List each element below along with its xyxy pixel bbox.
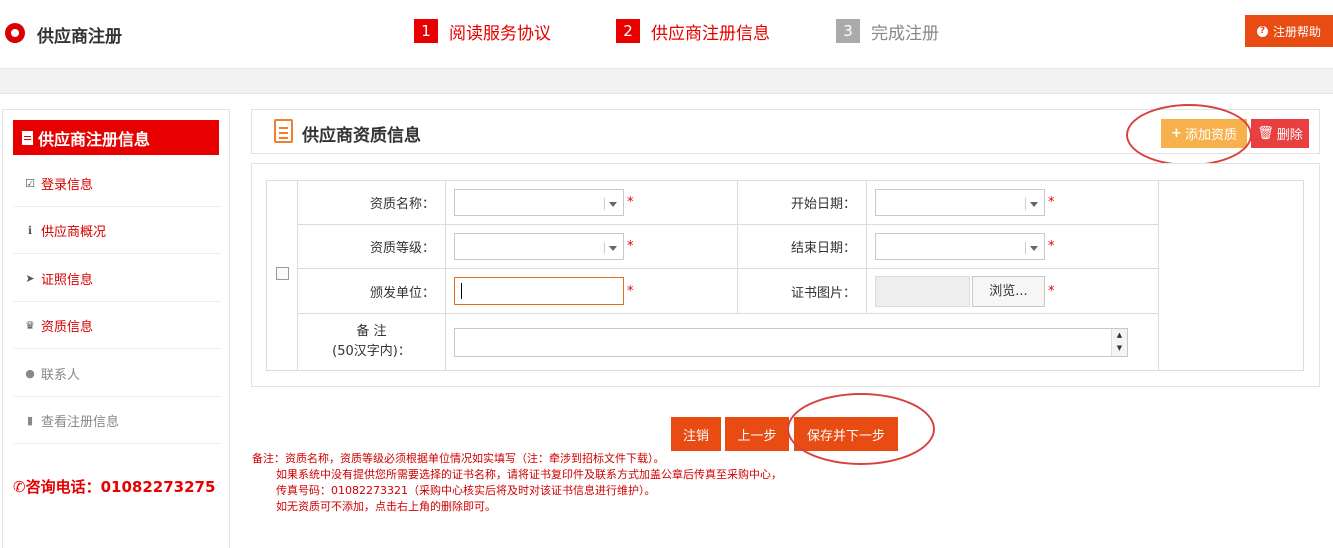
- prev-step-button[interactable]: 上一步: [725, 417, 789, 451]
- phone-icon: ✆: [13, 478, 26, 496]
- sidebar-item-contact[interactable]: ● 联系人: [13, 350, 221, 397]
- step-number: 2: [616, 19, 640, 43]
- issuer-cell: *: [445, 268, 738, 314]
- cancel-button[interactable]: 注销: [671, 417, 721, 451]
- step-label: 供应商注册信息: [651, 23, 770, 44]
- start-date-cell: *: [866, 180, 1159, 225]
- step-label: 阅读服务协议: [449, 23, 551, 44]
- sidebar-item-overview[interactable]: ℹ 供应商概况: [13, 207, 221, 254]
- step-1: 1 阅读服务协议: [414, 17, 551, 45]
- issuer-input[interactable]: [454, 277, 624, 305]
- end-date-select[interactable]: [875, 233, 1045, 260]
- required-mark: *: [627, 195, 634, 210]
- required-mark: *: [1048, 195, 1055, 210]
- bookmark-icon: ▮: [26, 413, 34, 427]
- notes: 备注：资质名称，资质等级必须根据单位情况如实填写（注：牵涉到招标文件下载）。 如…: [252, 451, 782, 515]
- remark-label-line2: (50汉字内)：: [332, 344, 411, 359]
- document-icon: [22, 130, 33, 145]
- start-date-select[interactable]: [875, 189, 1045, 216]
- step-label: 完成注册: [871, 23, 939, 44]
- divider-bar: [0, 68, 1333, 94]
- question-icon: ?: [1256, 25, 1268, 37]
- required-mark: *: [627, 239, 634, 254]
- step-number: 1: [414, 19, 438, 43]
- issuer-label: 颁发单位：: [297, 268, 446, 314]
- required-mark: *: [627, 283, 634, 299]
- step-3: 3 完成注册: [836, 17, 939, 45]
- trophy-icon: ♛: [25, 318, 35, 332]
- sidebar-item-view-registration[interactable]: ▮ 查看注册信息: [13, 397, 221, 444]
- qual-name-select[interactable]: [454, 189, 624, 216]
- cert-image-cell: 浏览... *: [866, 268, 1159, 314]
- qual-level-select[interactable]: [454, 233, 624, 260]
- user-icon: ●: [25, 366, 35, 380]
- end-date-cell: *: [866, 224, 1159, 269]
- step-2: 2 供应商注册信息: [616, 17, 770, 45]
- browse-button[interactable]: 浏览...: [972, 275, 1045, 307]
- highlight-ring: [787, 393, 935, 465]
- file-path-field[interactable]: [875, 275, 970, 307]
- sidebar-title-label: 供应商注册信息: [38, 129, 151, 149]
- sidebar-title: 供应商注册信息: [13, 120, 219, 155]
- remark-textarea[interactable]: ▲ ▼: [454, 327, 1128, 357]
- end-date-label: 结束日期：: [737, 224, 867, 269]
- chevron-down-icon: [609, 246, 617, 251]
- sidebar-item-label: 查看注册信息: [41, 414, 120, 430]
- logo-icon: [5, 23, 25, 43]
- note-line: 如果系统中没有提供您所需要选择的证书名称，请将证书复印件及联系方式加盖公章后传真…: [276, 468, 782, 481]
- qual-level-label: 资质等级：: [297, 224, 446, 269]
- sidebar-item-login[interactable]: ☑ 登录信息: [13, 160, 221, 207]
- highlight-ring: [1126, 104, 1252, 166]
- remark-label-line1: 备 注: [356, 324, 387, 339]
- help-button[interactable]: ? 注册帮助: [1245, 15, 1333, 47]
- sidebar-item-label: 联系人: [41, 367, 81, 383]
- required-mark: *: [1048, 283, 1055, 299]
- panel-title: 供应商资质信息: [302, 126, 421, 146]
- help-label: 注册帮助: [1272, 24, 1321, 39]
- start-date-label: 开始日期：: [737, 180, 867, 225]
- trash-icon: 🗑: [1257, 126, 1274, 141]
- spacer-cell: [1158, 180, 1304, 371]
- qual-level-cell: *: [445, 224, 738, 269]
- check-square-icon: ☑: [25, 176, 35, 190]
- step-number: 3: [836, 19, 860, 43]
- note-line: 传真号码：01082273321（采购中心核实后将及时对该证书信息进行维护）。: [276, 484, 656, 497]
- delete-label: 删除: [1276, 128, 1303, 143]
- delete-button[interactable]: 🗑 删除: [1251, 119, 1309, 148]
- remark-label: 备 注 (50汉字内)：: [297, 313, 446, 371]
- sidebar-item-label: 供应商概况: [41, 224, 107, 240]
- note-line: 备注：资质名称，资质等级必须根据单位情况如实填写（注：牵涉到招标文件下载）。: [252, 452, 665, 465]
- row-checkbox[interactable]: [275, 267, 289, 280]
- sidebar-item-label: 资质信息: [41, 319, 94, 335]
- info-circle-icon: ℹ: [27, 223, 33, 237]
- qual-name-label: 资质名称：: [297, 180, 446, 225]
- required-mark: *: [1048, 239, 1055, 254]
- remark-cell: ▲ ▼: [445, 313, 1159, 371]
- sidebar-item-label: 登录信息: [41, 177, 94, 193]
- phone-text: 咨询电话：01082273275: [25, 478, 216, 496]
- consult-phone: ✆咨询电话：01082273275: [13, 476, 215, 497]
- chevron-down-icon: [1030, 202, 1038, 207]
- sidebar-item-qualification[interactable]: ♛ 资质信息: [13, 302, 221, 349]
- qualification-table: 资质名称： * 开始日期： * 资质等级： * 结束日期： * 颁发单位： * …: [266, 180, 1304, 371]
- paper-plane-icon: ➤: [25, 271, 35, 285]
- note-line: 如无资质可不添加，点击右上角的删除即可。: [276, 500, 496, 513]
- chevron-down-icon: [609, 202, 617, 207]
- row-select-cell: [266, 180, 298, 371]
- chevron-down-icon: [1030, 246, 1038, 251]
- cert-image-label: 证书图片：: [737, 268, 867, 314]
- sidebar: 供应商注册信息 ☑ 登录信息 ℹ 供应商概况 ➤ 证照信息 ♛ 资质信息 ● 联…: [2, 109, 230, 548]
- sidebar-item-label: 证照信息: [41, 272, 94, 288]
- document-icon: [274, 119, 293, 143]
- sidebar-item-license[interactable]: ➤ 证照信息: [13, 255, 221, 302]
- brand-title: 供应商注册: [37, 27, 122, 47]
- scrollbar[interactable]: ▲ ▼: [1111, 328, 1127, 356]
- qual-name-cell: *: [445, 180, 738, 225]
- top-bar: 供应商注册 1 阅读服务协议 2 供应商注册信息 3 完成注册 ? 注册帮助: [0, 0, 1333, 68]
